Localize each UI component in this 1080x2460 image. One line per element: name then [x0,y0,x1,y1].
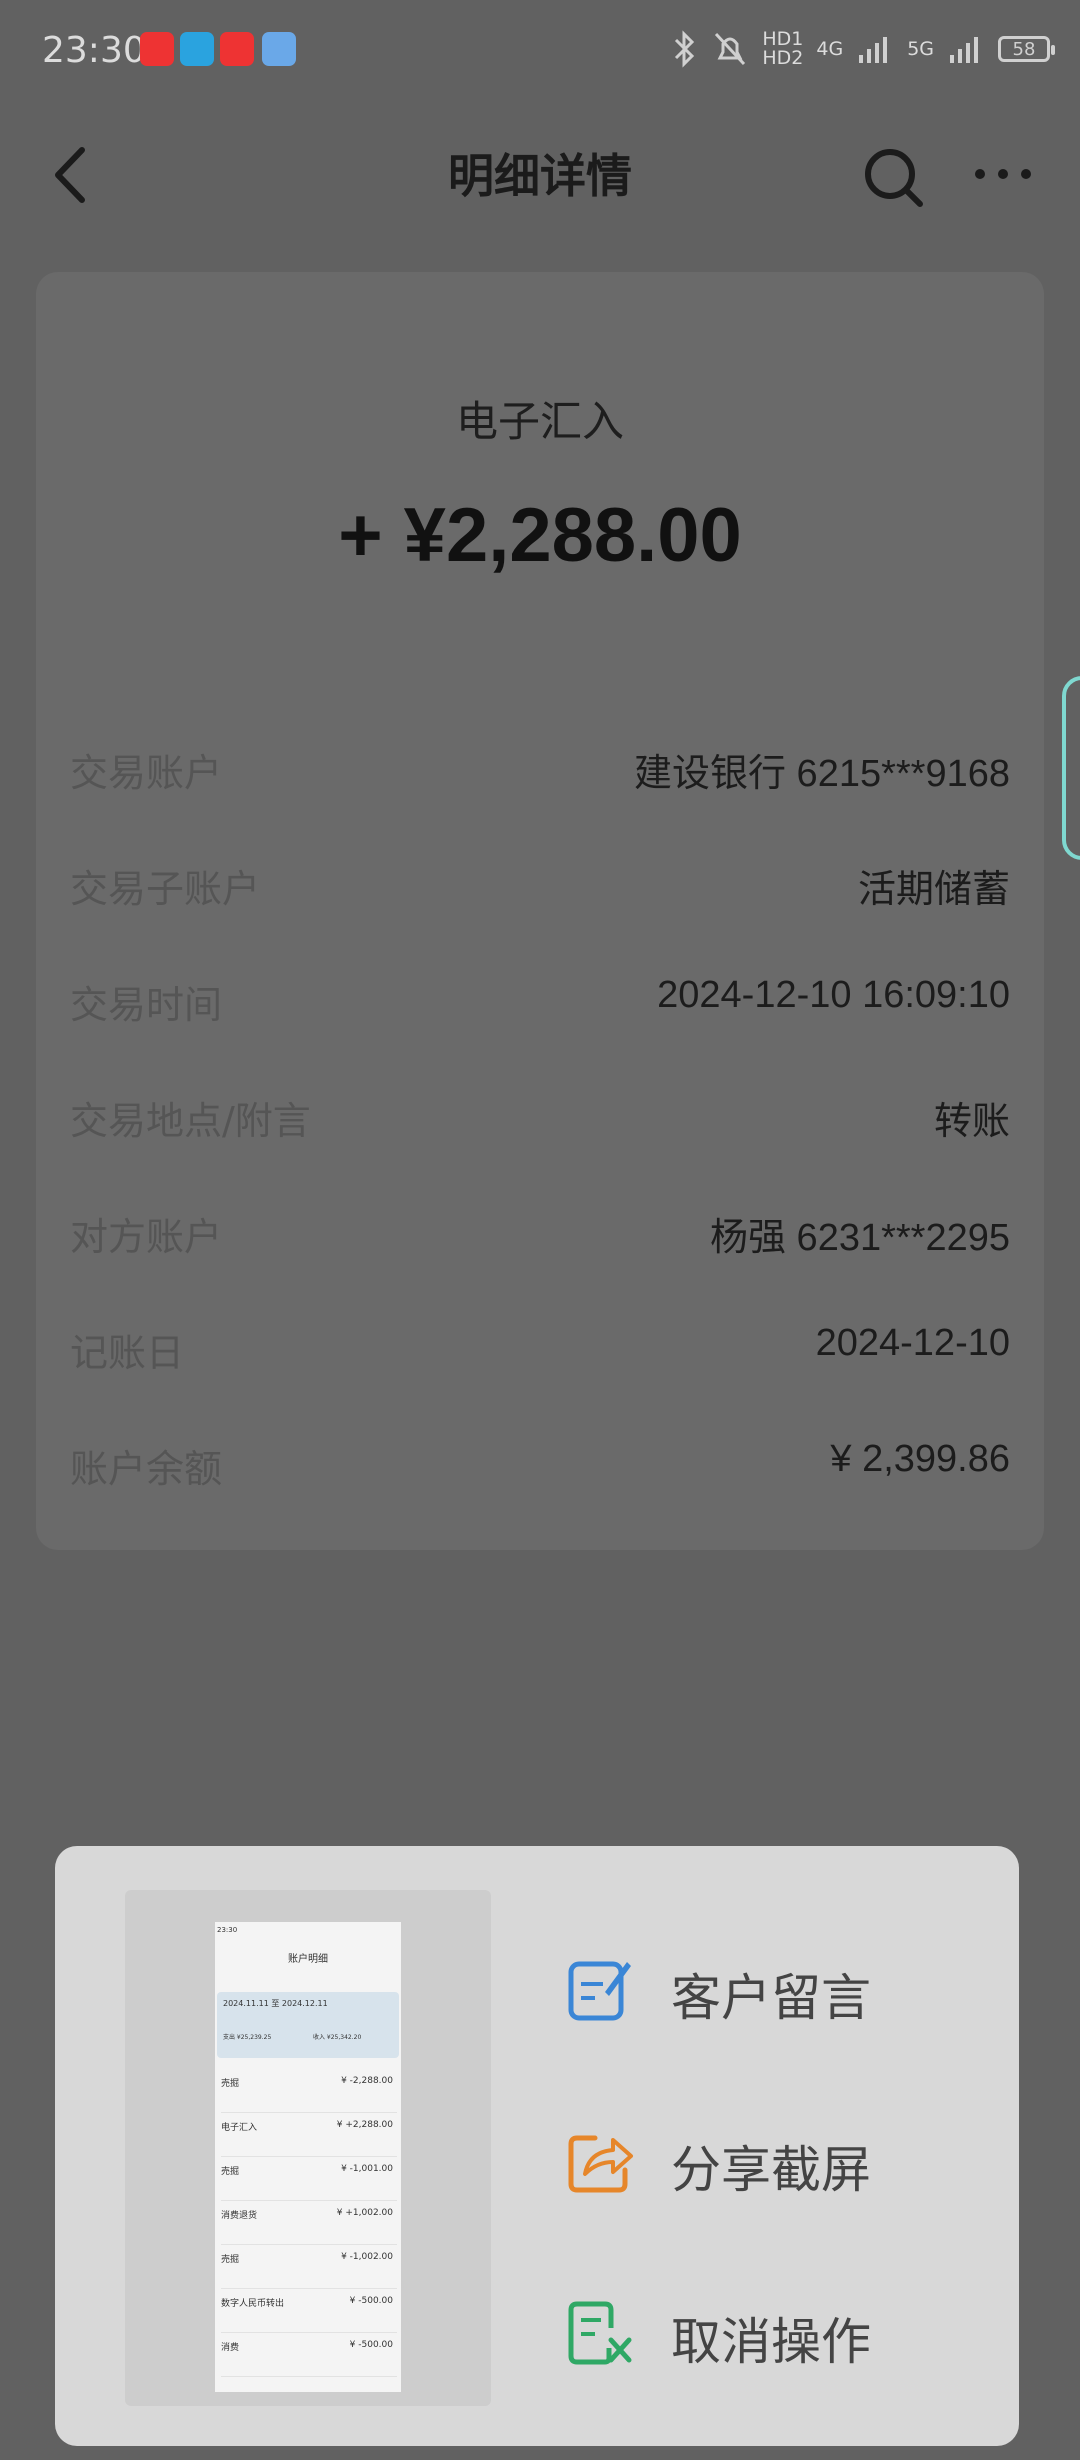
row-value: 2024-12-10 [815,1322,1010,1364]
thumbnail-item-amount: ¥ -2,288.00 [341,2076,393,2086]
thumbnail-status-bar: 23:30 [215,1922,401,1952]
transaction-amount: + ¥2,288.00 [338,493,742,578]
search-icon[interactable] [858,142,928,212]
thumbnail-item-name: 数字人民币转出 [221,2299,285,2309]
thumbnail-item-amount: ¥ +2,288.00 [336,2120,393,2130]
battery-indicator: 58 [998,36,1055,62]
row-value: 2024-12-10 16:09:10 [657,974,1010,1016]
row-label: 记账日 [70,1331,185,1375]
row-value: ¥ 2,399.86 [830,1438,1010,1480]
thumbnail-list-item: 売掘 ¥ -1,001.00 [221,2160,397,2201]
signal-icon-2 [950,37,978,63]
row-label: 交易账户 [70,751,223,795]
thumbnail-item-name: 売掘 [221,2079,240,2089]
detail-row-subaccount: 交易子账户 活期储蓄 [70,858,1010,918]
thumbnail-list-item: 売掘 ¥ -2,288.00 [221,2072,397,2113]
more-options-icon[interactable] [968,150,1038,200]
thumbnail-list-item: 消费 ¥ -500.00 [221,2336,397,2377]
network-5g-text: 5G [907,37,934,60]
thumbnail-item-name: 消费 [221,2343,240,2353]
thumbnail-time: 23:30 [217,1926,238,1934]
detail-row-time: 交易时间 2024-12-10 16:09:10 [70,974,1010,1034]
thumbnail-item-amount: ¥ -500.00 [349,2296,393,2306]
transaction-detail-card: 电子汇入 + ¥2,288.00 交易账户 建设银行 6215***9168 交… [36,272,1044,1550]
status-time: 23:30 [42,30,146,71]
netease-music-icon [140,32,174,66]
action-label: 客户留言 [671,1969,871,2027]
transaction-type: 电子汇入 [455,397,624,446]
row-value: 建设银行 6215***9168 [634,753,1010,795]
floating-edge-handle[interactable] [1062,676,1080,860]
thumbnail-item-amount: ¥ -1,001.00 [341,2164,393,2174]
cancel-doc-icon [568,2301,632,2365]
row-label: 对方账户 [70,1215,223,1259]
thumbnail-item-name: 売掘 [221,2167,240,2177]
detail-row-balance: 账户余额 ¥ 2,399.86 [70,1438,1010,1498]
share-icon [568,2135,633,2193]
share-screenshot-button[interactable]: 分享截屏 [565,2102,965,2212]
network-4g-text: 4G [816,37,844,60]
network-hd-text: HD1 HD2 [762,28,804,69]
action-label: 分享截屏 [671,2141,871,2199]
message-edit-icon [568,1961,631,2021]
row-label: 交易子账户 [70,867,261,911]
thumbnail-date-range: 2024.11.11 至 2024.12.11 [223,1999,328,2008]
thumbnail-item-name: 电子汇入 [221,2123,258,2133]
thumbnail-list-item: 电子汇入 ¥ +2,288.00 [221,2116,397,2157]
status-bar: 23:30 HD1 HD2 4G 5G 58 [0,0,1080,100]
thumbnail-out-label: 支出 ¥25,239.25 [223,2034,272,2041]
row-value: 转账 [933,1101,1010,1143]
customer-message-button[interactable]: 客户留言 [565,1930,965,2040]
thumbnail-list-item: 数字人民币转出 ¥ -500.00 [221,2292,397,2333]
thumbnail-item-amount: ¥ -500.00 [349,2340,393,2350]
row-label: 交易时间 [70,983,223,1027]
detail-row-account: 交易账户 建设银行 6215***9168 [70,742,1010,802]
screenshot-thumbnail[interactable]: 23:30 账户明细 2024.11.11 至 2024.12.11 支出 ¥2… [125,1890,491,2406]
signal-icon [859,37,888,63]
screenshot-action-popup: 23:30 账户明细 2024.11.11 至 2024.12.11 支出 ¥2… [55,1846,1019,2446]
thumbnail-item-amount: ¥ +1,002.00 [336,2208,393,2218]
row-label: 账户余额 [70,1447,223,1491]
thumbnail-item-amount: ¥ -1,002.00 [341,2252,393,2262]
mail-icon [262,32,296,66]
thumbnail-list-item: 売掘 ¥ -1,002.00 [221,2248,397,2289]
detail-row-counterparty: 对方账户 杨强 6231***2295 [70,1206,1010,1266]
thumbnail-preview: 23:30 账户明细 2024.11.11 至 2024.12.11 支出 ¥2… [215,1922,401,2392]
kuaishou-icon [220,32,254,66]
battery-level: 58 [1012,38,1036,60]
cancel-operation-button[interactable]: 取消操作 [565,2274,965,2384]
row-value: 杨强 6231***2295 [710,1217,1010,1259]
bluetooth-icon [675,30,695,68]
thumbnail-list-item: 消费退货 ¥ +1,002.00 [221,2204,397,2245]
action-label: 取消操作 [671,2313,871,2371]
thumbnail-item-name: 消费退货 [221,2211,258,2221]
thumbnail-in-label: 收入 ¥25,342.20 [313,2034,362,2041]
thumbnail-banner: 2024.11.11 至 2024.12.11 支出 ¥25,239.25 收入… [217,1992,399,2058]
thumbnail-item-name: 売掘 [221,2255,240,2265]
row-label: 交易地点/附言 [70,1099,311,1143]
thumbnail-title: 账户明细 [288,1954,328,1965]
row-value: 活期储蓄 [857,869,1010,911]
detail-row-posting-date: 记账日 2024-12-10 [70,1322,1010,1382]
telegram-icon [180,32,214,66]
detail-row-location: 交易地点/附言 转账 [70,1090,1010,1150]
mute-bell-icon [715,32,746,66]
